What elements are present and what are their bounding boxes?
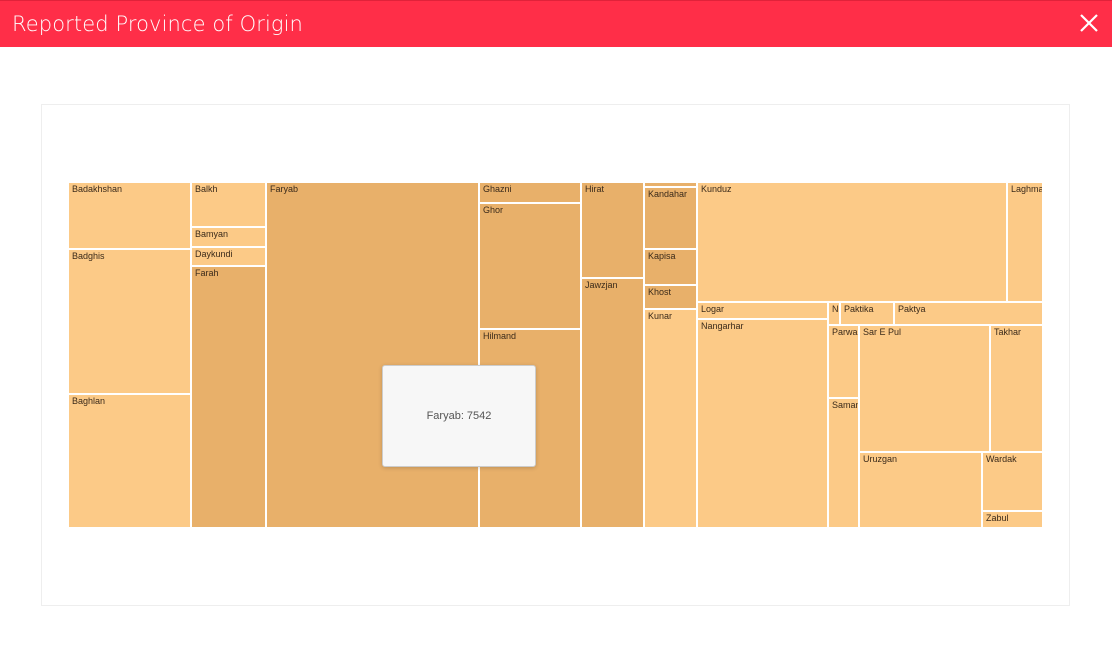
treemap-cell[interactable]: Sar E Pul	[859, 325, 990, 452]
treemap-cell-label: N	[832, 304, 839, 314]
treemap-cell-label: Paktika	[844, 304, 874, 314]
treemap-cell[interactable]: Kunar	[644, 309, 697, 528]
treemap-cell[interactable]: Kandahar	[644, 187, 697, 249]
treemap-cell[interactable]: Kapisa	[644, 249, 697, 285]
treemap-cell[interactable]: Paktika	[840, 302, 894, 325]
treemap-cell-label: Kunar	[648, 311, 673, 321]
treemap-cell-label: Ghazni	[483, 184, 512, 194]
treemap-cell-label: Laghman	[1011, 184, 1042, 194]
treemap-cell[interactable]: Daykundi	[191, 247, 266, 266]
treemap-cell[interactable]: Jawzjan	[581, 278, 644, 528]
treemap-cell-label: Hilmand	[483, 331, 517, 341]
treemap-cell[interactable]: Wardak	[982, 452, 1043, 511]
treemap-cell-label: Bamyan	[195, 229, 229, 239]
treemap-cell-label: Baghlan	[72, 396, 106, 406]
tooltip-text: Faryab: 7542	[426, 410, 492, 422]
treemap-cell-label: Uruzgan	[863, 454, 898, 464]
treemap-cell-label: Badakhshan	[72, 184, 123, 194]
treemap-cell[interactable]: Ghazni	[479, 182, 581, 203]
treemap-cell[interactable]: Zabul	[982, 511, 1043, 528]
treemap-cell[interactable]: Nangarhar	[697, 319, 828, 528]
treemap-cell-label: Jawzjan	[585, 280, 618, 290]
treemap-cell[interactable]: Paktya	[894, 302, 1043, 325]
treemap-cell-label: Balkh	[195, 184, 218, 194]
close-icon	[1080, 14, 1098, 32]
modal-header: Reported Province of Origin	[0, 0, 1112, 47]
treemap-cell-label: Kapisa	[648, 251, 676, 261]
treemap-cell-label: Faryab	[270, 184, 299, 194]
treemap-chart: Badakhshan Badghis Baghlan Balkh Bamyan Dayku…	[68, 182, 1043, 528]
chart-tooltip: Faryab: 7542	[382, 365, 536, 467]
close-button[interactable]	[1076, 10, 1102, 38]
treemap-cell-label: Hirat	[585, 184, 605, 194]
treemap-cell[interactable]: Bamyan	[191, 227, 266, 247]
treemap-cell[interactable]: Hirat	[581, 182, 644, 278]
treemap-cell[interactable]: N	[828, 302, 840, 325]
treemap-cell-label: Badghis	[72, 251, 105, 261]
treemap-cell[interactable]: Samangan	[828, 398, 859, 528]
treemap-cell[interactable]: Farah	[191, 266, 266, 528]
treemap-cell-label: Takhar	[994, 327, 1022, 337]
treemap-cell-label: Kandahar	[648, 189, 688, 199]
treemap-cell[interactable]: Balkh	[191, 182, 266, 227]
treemap-cell[interactable]: Laghman	[1007, 182, 1043, 302]
treemap-cell-label: Daykundi	[195, 249, 233, 259]
treemap-cell-label: Parwan	[832, 327, 858, 337]
treemap-cell-label: Khost	[648, 287, 672, 297]
treemap-cell-label: Sar E Pul	[863, 327, 902, 337]
treemap-cell[interactable]: Uruzgan	[859, 452, 982, 528]
treemap-cell[interactable]: Badghis	[68, 249, 191, 394]
treemap-cell-label: Paktya	[898, 304, 926, 314]
treemap-cell-label: Logar	[701, 304, 725, 314]
treemap-cell[interactable]: Logar	[697, 302, 828, 319]
treemap-cell-label: Farah	[195, 268, 219, 278]
treemap-cell[interactable]: Faryab	[266, 182, 479, 528]
treemap-cell-label: Nangarhar	[701, 321, 744, 331]
treemap-cell-label: Samangan	[832, 400, 858, 410]
modal-title: Reported Province of Origin	[12, 12, 303, 36]
treemap-cell[interactable]: Takhar	[990, 325, 1043, 452]
treemap-cell-label: Zabul	[986, 513, 1009, 523]
treemap-cell[interactable]: Parwan	[828, 325, 859, 398]
treemap-cell[interactable]: Baghlan	[68, 394, 191, 528]
treemap-cell-label: Wardak	[986, 454, 1017, 464]
treemap-cell[interactable]: Khost	[644, 285, 697, 309]
treemap-cell[interactable]: Ghor	[479, 203, 581, 329]
treemap-cell[interactable]: Badakhshan	[68, 182, 191, 249]
treemap-cell[interactable]: Kunduz	[697, 182, 1007, 302]
treemap-cell-label: Kunduz	[701, 184, 732, 194]
treemap-cell-label: Ghor	[483, 205, 504, 215]
